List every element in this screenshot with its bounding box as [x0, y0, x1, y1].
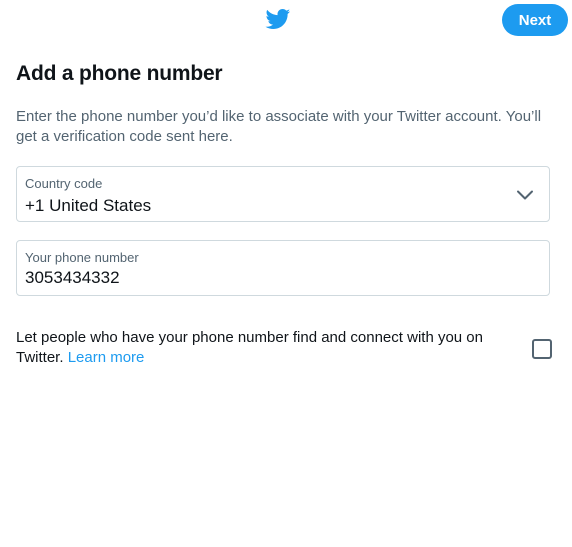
country-code-label: Country code [25, 176, 103, 191]
phone-number-label: Your phone number [25, 250, 139, 265]
chevron-down-icon[interactable] [515, 185, 535, 205]
twitter-bird-icon [265, 8, 291, 29]
discoverability-text: Let people who have your phone number fi… [16, 328, 516, 368]
country-code-select[interactable]: Country code +1 United States [16, 166, 550, 222]
header: Next [0, 0, 572, 44]
phone-number-field[interactable]: Your phone number [16, 240, 550, 296]
page-title: Add a phone number [16, 62, 223, 85]
discoverability-checkbox[interactable] [532, 339, 552, 359]
next-button[interactable]: Next [502, 4, 568, 36]
country-code-value: +1 United States [25, 196, 152, 215]
page-description: Enter the phone number you’d like to ass… [16, 108, 542, 145]
learn-more-link[interactable]: Learn more [68, 349, 145, 366]
phone-number-input[interactable] [25, 268, 525, 288]
